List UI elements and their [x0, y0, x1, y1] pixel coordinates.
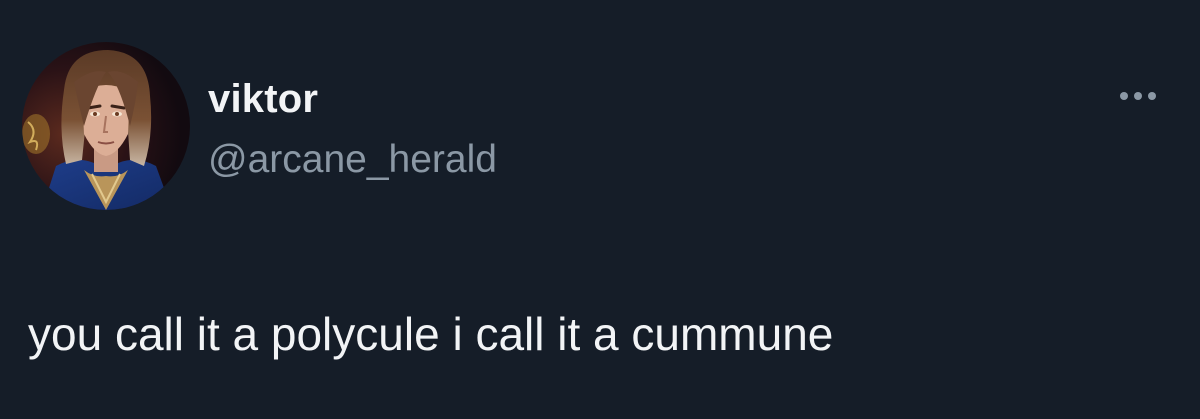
avatar-image	[22, 42, 190, 210]
tweet-card: viktor @arcane_herald you call it a poly…	[0, 0, 1200, 419]
display-name[interactable]: viktor	[208, 76, 318, 122]
avatar[interactable]	[22, 42, 190, 210]
username-handle[interactable]: @arcane_herald	[208, 137, 497, 183]
tweet-text: you call it a polycule i call it a cummu…	[28, 308, 834, 360]
more-options-button[interactable]	[1112, 78, 1168, 114]
more-horizontal-icon	[1120, 92, 1156, 100]
